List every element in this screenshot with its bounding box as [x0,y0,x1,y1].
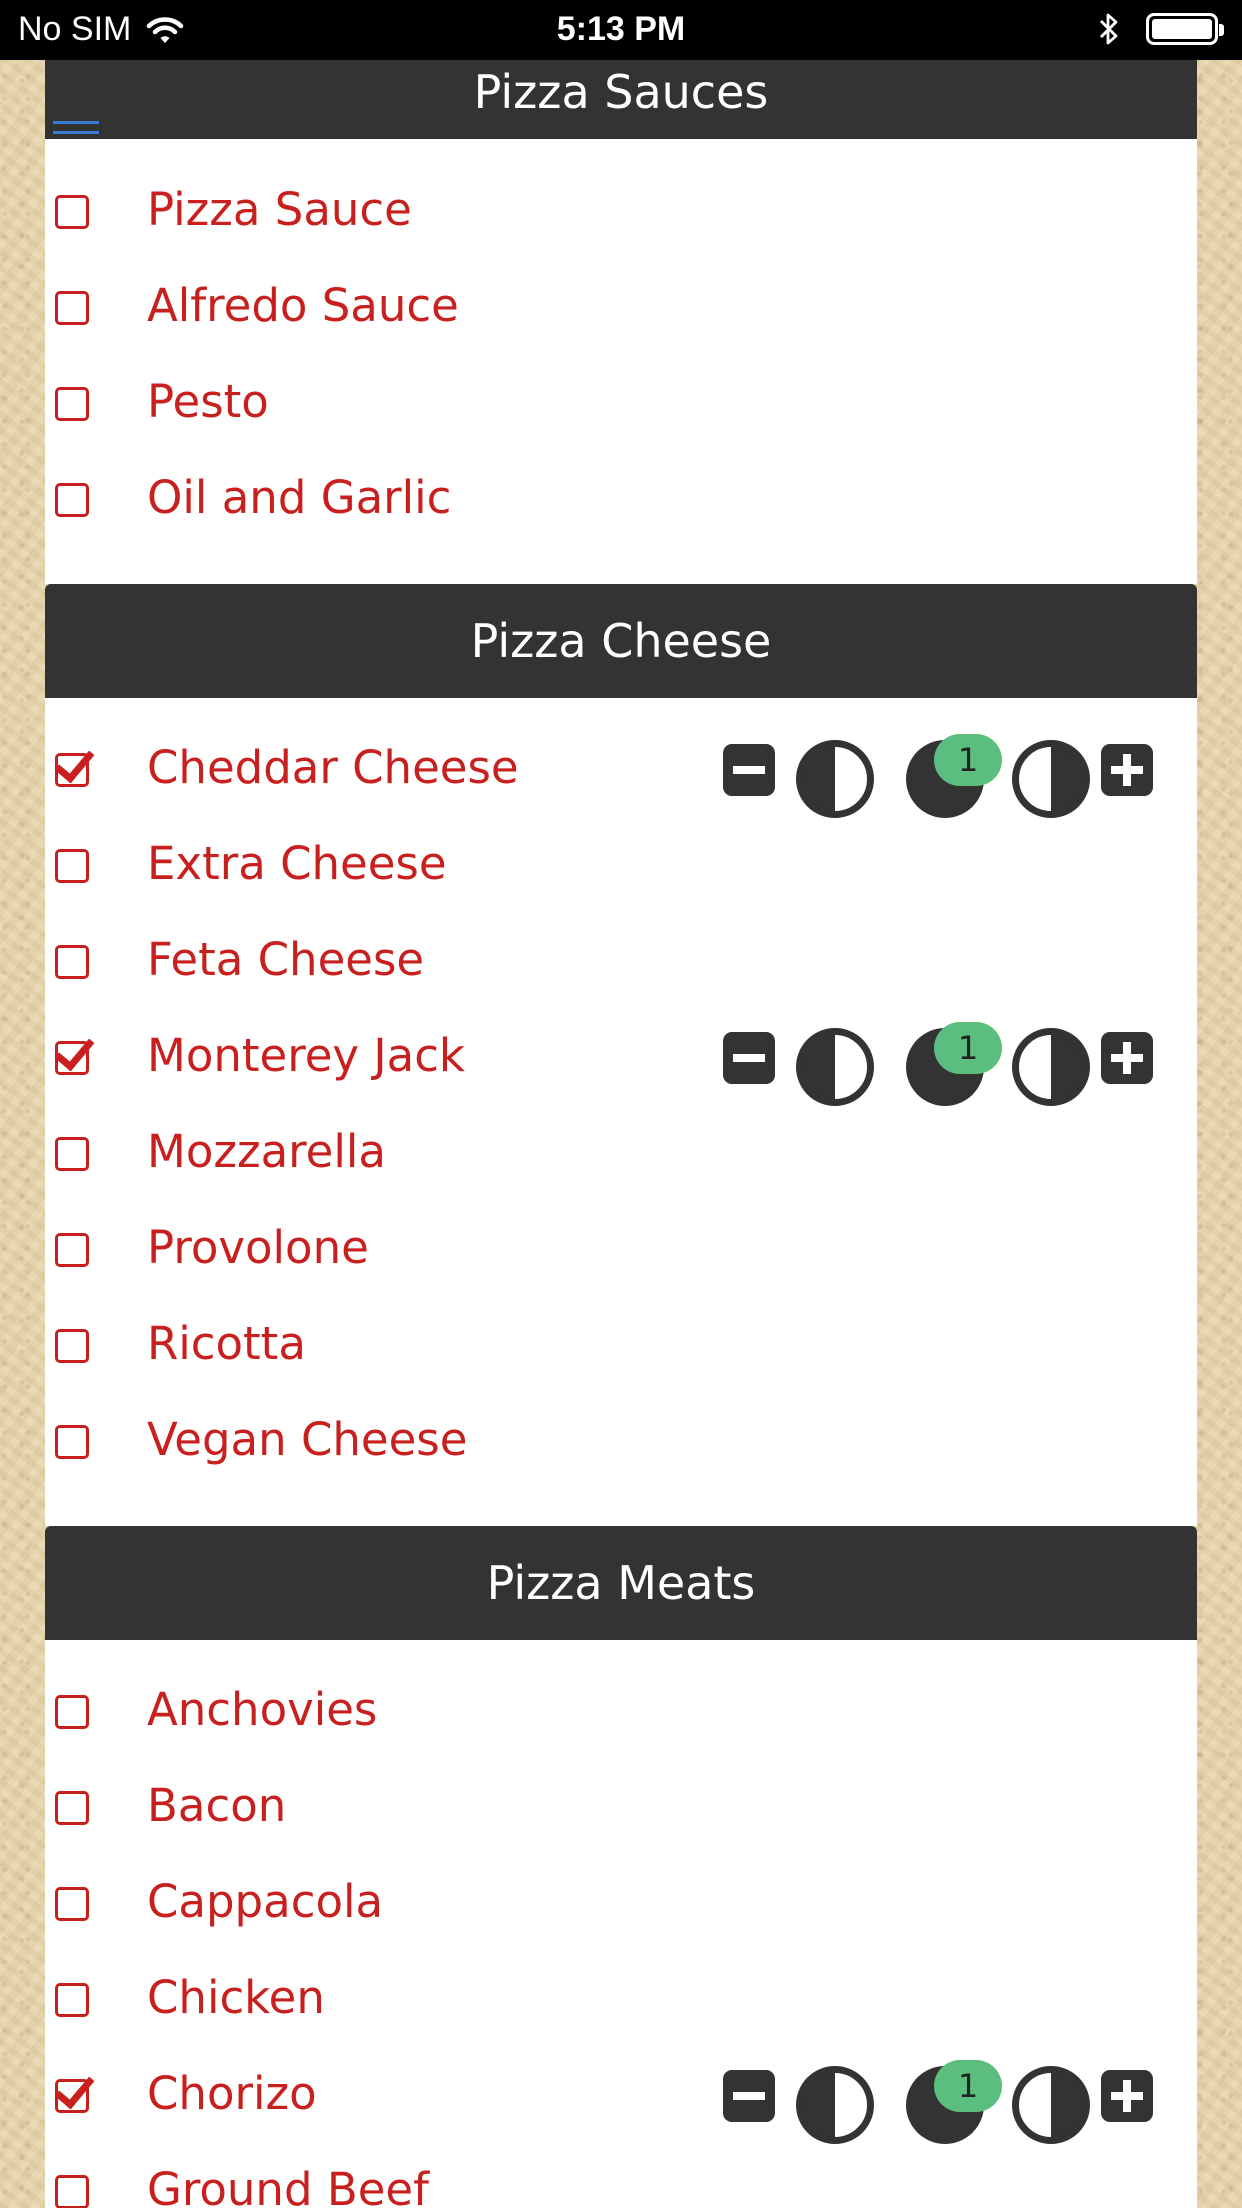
item-label: Alfredo Sauce [147,279,459,332]
item-label: Anchovies [147,1683,378,1736]
checkbox[interactable] [55,1791,89,1825]
plus-square-icon[interactable] [1101,744,1153,796]
item-label: Ricotta [147,1317,306,1370]
minus-square-icon[interactable] [723,1032,775,1084]
item-label: Extra Cheese [147,837,447,890]
checkbox[interactable] [55,195,89,229]
checkbox[interactable] [55,1425,89,1459]
whole-icon[interactable]: 1 [906,1022,1002,1106]
minus-square-icon[interactable] [723,744,775,796]
list-item[interactable]: Cheddar Cheese 1 [45,721,1197,818]
list-item[interactable]: Anchovies [45,1663,1197,1759]
list-item[interactable]: Pesto [45,355,1197,451]
item-label: Cheddar Cheese [147,741,519,794]
list-item[interactable]: Cappacola [45,1855,1197,1951]
plus-square-icon[interactable] [1101,1032,1153,1084]
list-item[interactable]: Provolone [45,1201,1197,1297]
list-item[interactable]: Vegan Cheese [45,1393,1197,1489]
bluetooth-icon [1100,13,1118,45]
checkbox[interactable] [55,1233,89,1267]
section-title: Pizza Cheese [470,614,772,668]
section-header-meats: Pizza Meats [45,1526,1197,1640]
right-half-icon[interactable] [1012,1028,1090,1106]
item-label: Provolone [147,1221,369,1274]
count-badge: 1 [934,1022,1002,1074]
portion-controls: 1 [723,2047,1173,2144]
checkbox-checked[interactable] [55,753,89,787]
item-label: Feta Cheese [147,933,425,986]
list-item[interactable]: Chicken [45,1951,1197,2047]
minus-square-icon[interactable] [723,2070,775,2122]
list-item[interactable]: Ricotta [45,1297,1197,1393]
portion-controls: 1 [723,1009,1173,1106]
list-item[interactable]: Oil and Garlic [45,451,1197,547]
list-item[interactable]: Pizza Sauce [45,163,1197,259]
item-label: Mozzarella [147,1125,386,1178]
checkbox[interactable] [55,849,89,883]
section-header-sauces: Pizza Sauces [45,60,1197,139]
item-label: Ground Beef [147,2163,429,2208]
checkbox-checked[interactable] [55,1041,89,1075]
checkbox[interactable] [55,1695,89,1729]
plus-square-icon[interactable] [1101,2070,1153,2122]
item-label: Cappacola [147,1875,384,1928]
count-badge: 1 [934,734,1002,786]
checkbox[interactable] [55,483,89,517]
list-item[interactable]: Feta Cheese [45,913,1197,1009]
section-title: Pizza Meats [486,1556,756,1610]
item-label: Bacon [147,1779,287,1832]
whole-icon[interactable]: 1 [906,2060,1002,2144]
checkbox[interactable] [55,1887,89,1921]
item-label: Pesto [147,375,269,428]
checkbox[interactable] [55,2175,89,2208]
section-header-cheese: Pizza Cheese [45,584,1197,698]
clock: 5:13 PM [556,10,686,48]
checkbox[interactable] [55,1329,89,1363]
count-badge: 1 [934,2060,1002,2112]
left-half-icon[interactable] [796,740,874,818]
list-item[interactable]: Bacon [45,1759,1197,1855]
list-item[interactable]: Mozzarella [45,1105,1197,1201]
item-label: Vegan Cheese [147,1413,468,1466]
list-item[interactable]: Monterey Jack 1 [45,1009,1197,1106]
item-label: Chorizo [147,2067,317,2120]
right-half-icon[interactable] [1012,740,1090,818]
left-half-icon[interactable] [796,2066,874,2144]
status-bar: No SIM 5:13 PM [0,0,1242,60]
portion-controls: 1 [723,721,1173,818]
status-right [1098,12,1224,46]
checkbox[interactable] [55,1983,89,2017]
whole-icon[interactable]: 1 [906,734,1002,818]
battery-icon [1146,13,1224,45]
right-half-icon[interactable] [1012,2066,1090,2144]
checkbox[interactable] [55,387,89,421]
left-half-icon[interactable] [796,1028,874,1106]
checkbox[interactable] [55,945,89,979]
item-label: Chicken [147,1971,325,2024]
list-item[interactable]: Chorizo 1 [45,2047,1197,2144]
section-title: Pizza Sauces [473,65,769,119]
checkbox-checked[interactable] [55,2079,89,2113]
list-item[interactable]: Ground Beef [45,2143,1197,2208]
item-label: Oil and Garlic [147,471,452,524]
checkbox[interactable] [55,291,89,325]
list-item[interactable]: Alfredo Sauce [45,259,1197,355]
list-item[interactable]: Extra Cheese [45,817,1197,913]
checkbox[interactable] [55,1137,89,1171]
item-label: Monterey Jack [147,1029,465,1082]
item-label: Pizza Sauce [147,183,412,236]
